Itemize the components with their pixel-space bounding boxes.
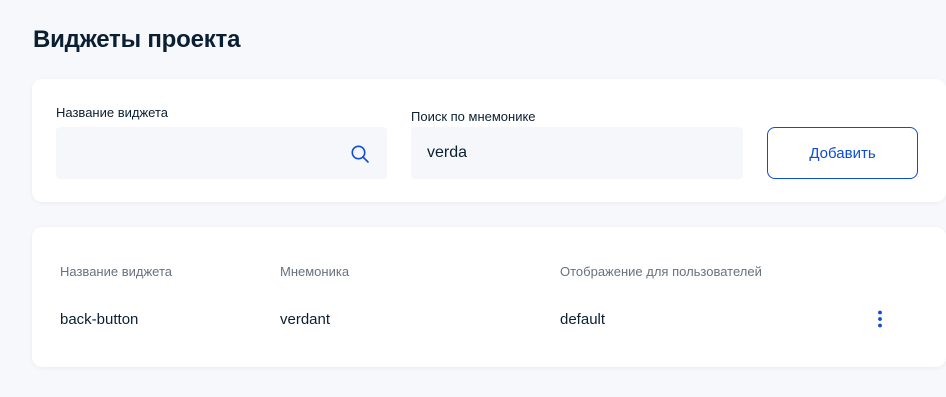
column-header-widget-name: Название виджета <box>60 264 172 279</box>
page-title: Виджеты проекта <box>33 26 241 53</box>
widget-name-field <box>56 127 387 179</box>
widget-name-input[interactable] <box>56 127 387 179</box>
filter-panel: Название виджета Поиск по мнемонике Доба… <box>32 79 946 202</box>
cell-display: default <box>560 311 606 328</box>
mnemonic-search-field <box>411 127 743 179</box>
column-header-mnemonic: Мнемоника <box>280 264 350 279</box>
cell-widget-name: back-button <box>60 311 139 328</box>
more-vertical-icon[interactable] <box>872 309 888 329</box>
search-icon[interactable] <box>350 144 370 164</box>
mnemonic-search-input[interactable] <box>411 127 743 179</box>
mnemonic-search-label: Поиск по мнемонике <box>411 109 536 124</box>
widgets-table: Название виджета Мнемоника Отображение д… <box>32 227 946 367</box>
widget-name-label: Название виджета <box>56 105 168 120</box>
column-header-display: Отображение для пользователей <box>560 264 762 279</box>
cell-mnemonic: verdant <box>280 311 331 328</box>
add-button[interactable]: Добавить <box>767 127 918 179</box>
